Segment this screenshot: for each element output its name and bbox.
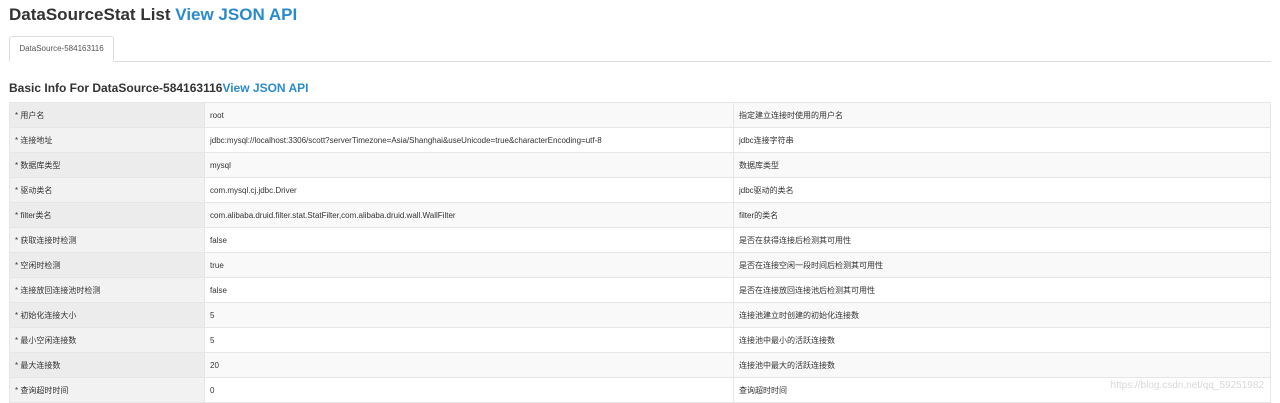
row-description: 指定建立连接时使用的用户名 — [733, 102, 1271, 128]
table-row: * 用户名 root 指定建立连接时使用的用户名 — [9, 102, 1271, 128]
row-label: * 初始化连接大小 — [9, 302, 205, 328]
row-description: filter的类名 — [733, 202, 1271, 228]
row-label: * 连接放回连接池时检测 — [9, 277, 205, 303]
row-description: jdbc驱动的类名 — [733, 177, 1271, 203]
row-description: 连接池中最大的活跃连接数 — [733, 352, 1271, 378]
row-label: * 最大连接数 — [9, 352, 205, 378]
section-view-json-api-link[interactable]: View JSON API — [222, 81, 308, 95]
row-description: 连接池中最小的活跃连接数 — [733, 327, 1271, 353]
row-label: * 最小空闲连接数 — [9, 327, 205, 353]
view-json-api-link[interactable]: View JSON API — [175, 5, 297, 24]
row-label: * 连接地址 — [9, 127, 205, 153]
table-row: * 获取连接时检测 false 是否在获得连接后检测其可用性 — [9, 227, 1271, 253]
row-description: 是否在连接放回连接池后检测其可用性 — [733, 277, 1271, 303]
section-title-text: Basic Info For DataSource-584163116 — [9, 81, 223, 95]
table-row: * 最小空闲连接数 5 连接池中最小的活跃连接数 — [9, 327, 1271, 353]
row-label: * 驱动类名 — [9, 177, 205, 203]
row-label: * filter类名 — [9, 202, 205, 228]
table-row: * 连接地址 jdbc:mysql://localhost:3306/scott?… — [9, 127, 1271, 153]
row-value: 5 — [204, 302, 734, 328]
row-description: 数据库类型 — [733, 152, 1271, 178]
table-row: * 连接放回连接池时检测 false 是否在连接放回连接池后检测其可用性 — [9, 277, 1271, 303]
table-row: * 驱动类名 com.mysql.cj.jdbc.Driver jdbc驱动的类名 — [9, 177, 1271, 203]
datasource-tabs: DataSource-584163116 — [9, 36, 1271, 62]
row-value: com.alibaba.druid.filter.stat.StatFilter… — [204, 202, 734, 228]
row-value: false — [204, 227, 734, 253]
row-value: root — [204, 102, 734, 128]
section-title: Basic Info For DataSource-584163116View … — [9, 81, 308, 95]
row-label: * 空闲时检测 — [9, 252, 205, 278]
row-description: 是否在连接空闲一段时间后检测其可用性 — [733, 252, 1271, 278]
row-value: false — [204, 277, 734, 303]
row-value: jdbc:mysql://localhost:3306/scott?server… — [204, 127, 734, 153]
tab-datasource[interactable]: DataSource-584163116 — [9, 36, 114, 62]
watermark: https://blog.csdn.net/qq_59251982 — [1110, 380, 1264, 391]
row-value: com.mysql.cj.jdbc.Driver — [204, 177, 734, 203]
row-label: * 用户名 — [9, 102, 205, 128]
row-value: true — [204, 252, 734, 278]
table-row: * filter类名 com.alibaba.druid.filter.stat.… — [9, 202, 1271, 228]
row-description: 是否在获得连接后检测其可用性 — [733, 227, 1271, 253]
row-description: jdbc连接字符串 — [733, 127, 1271, 153]
row-label: * 数据库类型 — [9, 152, 205, 178]
table-row: * 最大连接数 20 连接池中最大的活跃连接数 — [9, 352, 1271, 378]
row-label: * 获取连接时检测 — [9, 227, 205, 253]
table-row: * 初始化连接大小 5 连接池建立时创建的初始化连接数 — [9, 302, 1271, 328]
page-title-text: DataSourceStat List — [9, 5, 171, 24]
row-value: 5 — [204, 327, 734, 353]
basic-info-table: * 用户名 root 指定建立连接时使用的用户名 * 连接地址 jdbc:mysql:/… — [9, 102, 1271, 403]
page-title: DataSourceStat List View JSON API — [9, 4, 297, 26]
row-description: 连接池建立时创建的初始化连接数 — [733, 302, 1271, 328]
row-value: mysql — [204, 152, 734, 178]
table-row: * 数据库类型 mysql 数据库类型 — [9, 152, 1271, 178]
row-value: 20 — [204, 352, 734, 378]
table-row: * 空闲时检测 true 是否在连接空闲一段时间后检测其可用性 — [9, 252, 1271, 278]
